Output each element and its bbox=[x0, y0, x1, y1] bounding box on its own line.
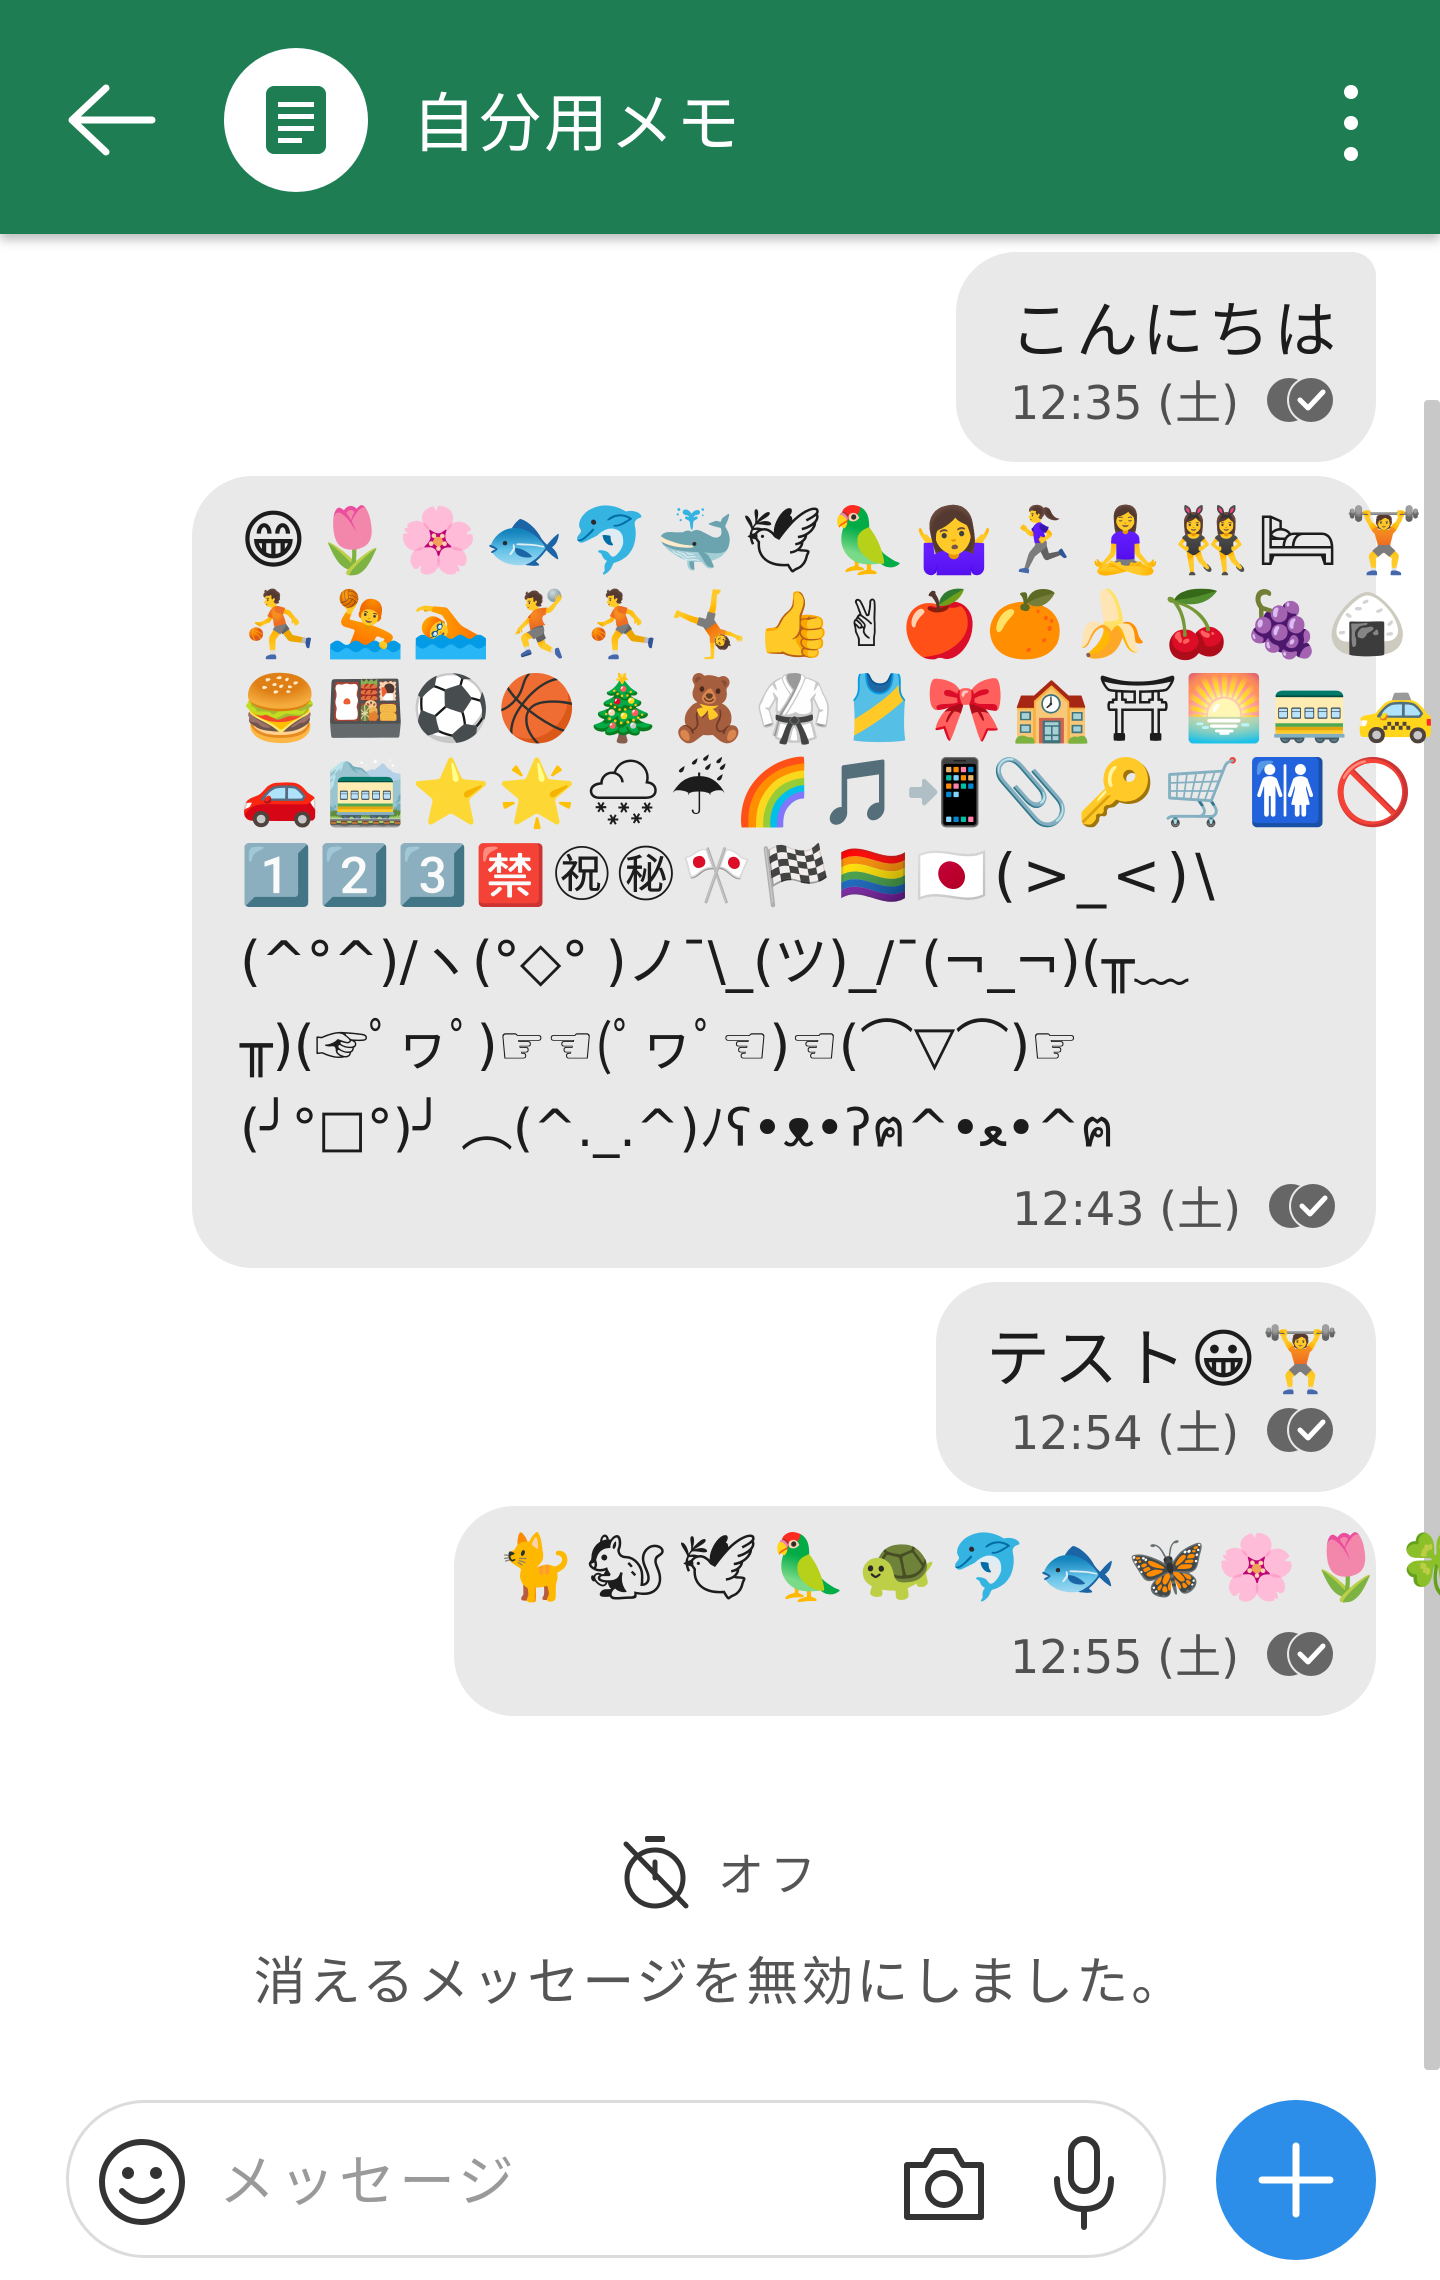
plus-icon bbox=[1258, 2142, 1334, 2218]
message-meta: 12:54 (土) bbox=[1010, 1400, 1339, 1460]
note-icon bbox=[266, 86, 326, 154]
message-text: 🐈🐿🕊🦜🐢🐬🐟🦋🌸🌷🍀 bbox=[496, 1531, 1440, 1605]
message-time: 12:35 (土) bbox=[1010, 376, 1240, 430]
disappearing-status: オフ bbox=[620, 1832, 822, 1912]
mic-button[interactable] bbox=[1049, 2133, 1119, 2233]
message-bubble[interactable]: 🐈🐿🕊🦜🐢🐬🐟🦋🌸🌷🍀 12:55 (土) bbox=[454, 1506, 1440, 1716]
back-button[interactable] bbox=[62, 80, 162, 160]
message-time: 12:55 (土) bbox=[1010, 1630, 1240, 1684]
read-check-icon bbox=[1269, 1182, 1338, 1230]
message-meta: 12:55 (土) bbox=[1010, 1624, 1339, 1684]
message-line: (^°^)/ヽ(°◇° )ノ¯\_(ツ)_/¯(¬_¬)(╥﹏ bbox=[240, 930, 1189, 993]
read-check-icon bbox=[1267, 1630, 1336, 1678]
message-line: 😁🌷🌸🐟🐬🐳🕊🦜🤷‍♀️🏃‍♀️🧘‍♀️👯‍♀️🛏🏋 bbox=[240, 504, 1430, 578]
scrollbar[interactable] bbox=[1424, 400, 1440, 2070]
message-meta: 12:35 (土) bbox=[1010, 370, 1339, 430]
read-check-icon bbox=[1267, 376, 1336, 424]
overflow-menu-button[interactable] bbox=[1326, 78, 1376, 168]
message-line: 🍔🍱⚽🏀🎄🧸🥋🎽🎀🏫⛩🌅🚃🚕 bbox=[240, 672, 1440, 746]
timer-label: オフ bbox=[718, 1848, 822, 1902]
page-title[interactable]: 自分用メモ bbox=[412, 80, 742, 170]
emoji-button[interactable] bbox=[97, 2137, 187, 2227]
message-line: (╯°□°)╯ ︵(^._.^)ﾉʕ•ᴥ•ʔฅ^•ﻌ•^ฅ bbox=[240, 1099, 1115, 1159]
message-line: 1️⃣2️⃣3️⃣🈲㊗㊙🎌🏁🏳️‍🌈🇯🇵(>_<)\ bbox=[240, 841, 1221, 909]
smiley-icon bbox=[99, 2139, 185, 2225]
message-composer bbox=[66, 2100, 1166, 2258]
message-text: こんにちは bbox=[1010, 294, 1341, 367]
message-line: ⛹🤽🏊🤾⛹🤸👍✌🍎🍊🍌🍒🍇🍙 bbox=[240, 588, 1414, 662]
message-time: 12:43 (土) bbox=[1012, 1182, 1242, 1236]
avatar[interactable] bbox=[224, 48, 368, 192]
message-time: 12:54 (土) bbox=[1010, 1406, 1240, 1460]
more-vert-icon bbox=[1344, 85, 1358, 161]
message-bubble[interactable]: テスト😀🏋 12:54 (土) bbox=[936, 1282, 1376, 1492]
message-text: テスト😀🏋 bbox=[986, 1323, 1345, 1397]
attach-button[interactable] bbox=[1216, 2100, 1376, 2260]
message-bubble[interactable]: こんにちは 12:35 (土) bbox=[956, 252, 1376, 462]
camera-button[interactable] bbox=[899, 2141, 989, 2225]
camera-icon bbox=[904, 2148, 984, 2220]
message-input[interactable] bbox=[219, 2143, 779, 2221]
message-line: ╥)(☞ﾟヮﾟ)☞☜(ﾟヮﾟ☜)☜(⌒▽⌒)☞ bbox=[240, 1014, 1079, 1077]
system-notice: 消えるメッセージを無効にしました。 bbox=[253, 1953, 1187, 2013]
arrow-left-icon bbox=[68, 84, 156, 156]
app-bar: 自分用メモ bbox=[0, 0, 1440, 234]
message-bubble[interactable]: 😁🌷🌸🐟🐬🐳🕊🦜🤷‍♀️🏃‍♀️🧘‍♀️👯‍♀️🛏🏋 ⛹🤽🏊🤾⛹🤸👍✌🍎🍊🍌🍒🍇… bbox=[192, 476, 1440, 1268]
mic-icon bbox=[1054, 2136, 1114, 2230]
read-check-icon bbox=[1267, 1406, 1336, 1454]
timer-off-icon bbox=[623, 1836, 689, 1909]
message-meta: 12:43 (土) bbox=[1012, 1176, 1341, 1236]
chat-screen: 自分用メモ こんにちは 12:35 (土) 😁🌷🌸🐟🐬🐳🕊🦜🤷‍♀️🏃‍♀️🧘‍ bbox=[0, 0, 1440, 2280]
message-line: 🚗🚞⭐🌟🌨☔🌈🎵📲📎🔑🛒🚻🚫 bbox=[240, 756, 1419, 830]
